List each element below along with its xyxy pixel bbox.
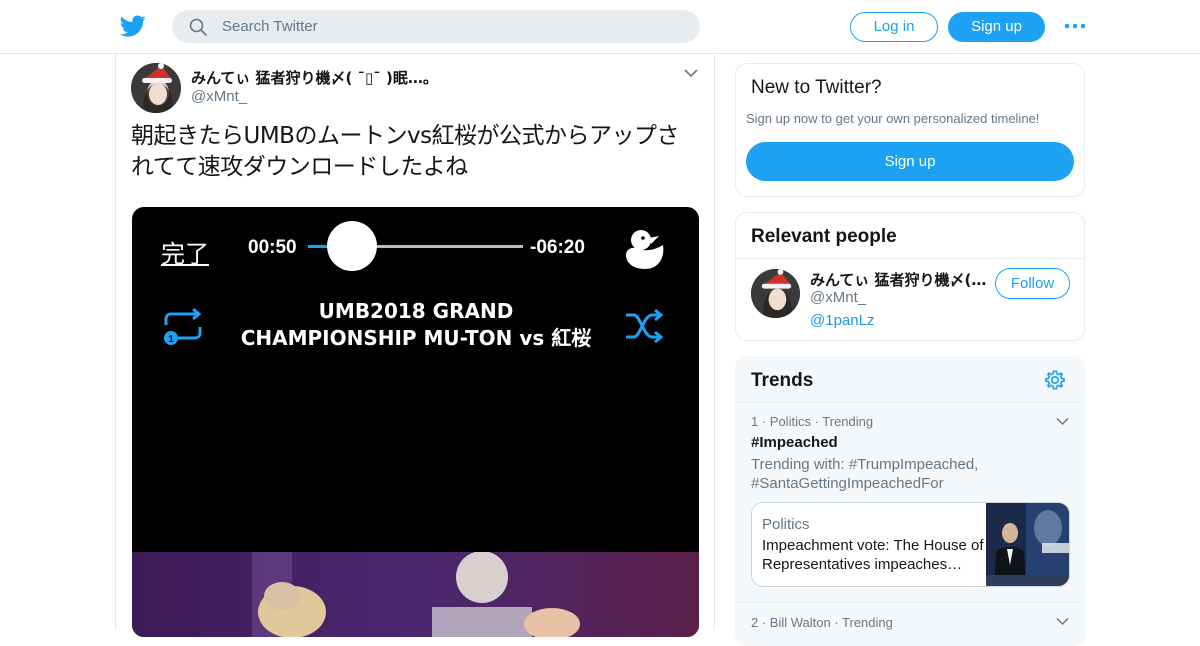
chevron-down-icon[interactable]: [1056, 417, 1069, 426]
trend-news-card[interactable]: Politics Impeachment vote: The House of …: [751, 502, 1070, 587]
relevant-person-handle[interactable]: @xMnt_: [810, 289, 866, 306]
tweet-author-name[interactable]: みんてぃ 猛者狩り機〆( ¯▯¯ )眠…。: [191, 67, 438, 88]
relevant-person-name[interactable]: みんてぃ 猛者狩り機〆(…: [810, 269, 988, 290]
divider: [736, 602, 1084, 603]
trend-meta: 2 · Bill Walton · Trending: [751, 615, 893, 630]
avatar[interactable]: [751, 269, 800, 318]
trending-with-text: Trending with: #TrumpImpeached, #SantaGe…: [751, 456, 979, 492]
concert-video-frame: [132, 552, 699, 637]
tweet-author-handle[interactable]: @xMnt_: [191, 88, 247, 105]
sidebar-signup-button[interactable]: Sign up: [746, 142, 1074, 181]
search-box[interactable]: [172, 10, 700, 43]
relevant-people-card: Relevant people みんてぃ 猛者狩り機〆(… @xMnt_ @1p…: [735, 212, 1085, 341]
login-button[interactable]: Log in: [850, 12, 938, 42]
chevron-down-icon[interactable]: [684, 68, 698, 78]
video-title: UMB2018 GRAND CHAMPIONSHIP MU-TON vs 紅桜: [216, 298, 616, 352]
divider: [736, 402, 1084, 403]
new-to-twitter-card: New to Twitter? Sign up now to get your …: [735, 63, 1085, 197]
new-to-twitter-title: New to Twitter?: [751, 77, 882, 98]
relevant-person-bio-link[interactable]: @1panLz: [810, 312, 874, 329]
shuffle-icon[interactable]: [624, 309, 666, 343]
new-to-twitter-subtitle: Sign up now to get your own personalized…: [746, 111, 1040, 126]
more-dots-icon[interactable]: [1064, 18, 1086, 34]
avatar[interactable]: [131, 63, 181, 113]
relevant-people-title: Relevant people: [751, 226, 897, 247]
video-title-line1: UMB2018 GRAND: [318, 299, 514, 323]
tweet-media[interactable]: 完了 00:50 -06:20 1 UMB2018 GRAND CHAMPION…: [132, 207, 699, 637]
seek-knob[interactable]: [326, 221, 377, 271]
top-navigation-bar: Log in Sign up: [0, 0, 1200, 54]
divider: [736, 258, 1084, 259]
avatar-image: [131, 63, 181, 113]
tweet-column: みんてぃ 猛者狩り機〆( ¯▯¯ )眠…。 @xMnt_ 朝起きたらUMBのムー…: [115, 54, 715, 637]
done-button[interactable]: 完了: [161, 234, 209, 269]
follow-button[interactable]: Follow: [995, 268, 1070, 299]
trends-title: Trends: [751, 370, 814, 391]
duck-icon[interactable]: [623, 227, 667, 273]
trend-hashtag[interactable]: #Impeached: [751, 434, 838, 451]
chevron-down-icon[interactable]: [1056, 617, 1069, 626]
time-remaining: -06:20: [530, 237, 585, 258]
tweet-text: 朝起きたらUMBのムートンvs紅桜が公式からアップされてて速攻ダウンロードしたよ…: [131, 123, 680, 180]
time-elapsed: 00:50: [248, 237, 297, 258]
trends-card: Trends 1 · Politics · Trending #Impeache…: [735, 356, 1085, 646]
news-headline: Impeachment vote: The House of Represent…: [762, 537, 984, 573]
news-thumbnail: [986, 503, 1069, 586]
avatar-image: [751, 269, 800, 318]
search-icon: [189, 18, 207, 36]
news-category: Politics: [762, 516, 810, 533]
signup-button[interactable]: Sign up: [948, 12, 1045, 42]
gear-icon[interactable]: [1044, 369, 1066, 391]
svg-text:1: 1: [168, 334, 174, 345]
repeat-one-icon[interactable]: 1: [160, 307, 206, 345]
trend-meta: 1 · Politics · Trending: [751, 414, 874, 429]
video-title-line2: CHAMPIONSHIP MU-TON vs 紅桜: [240, 326, 592, 350]
twitter-bird-icon[interactable]: [120, 13, 146, 39]
search-input[interactable]: [222, 10, 682, 43]
